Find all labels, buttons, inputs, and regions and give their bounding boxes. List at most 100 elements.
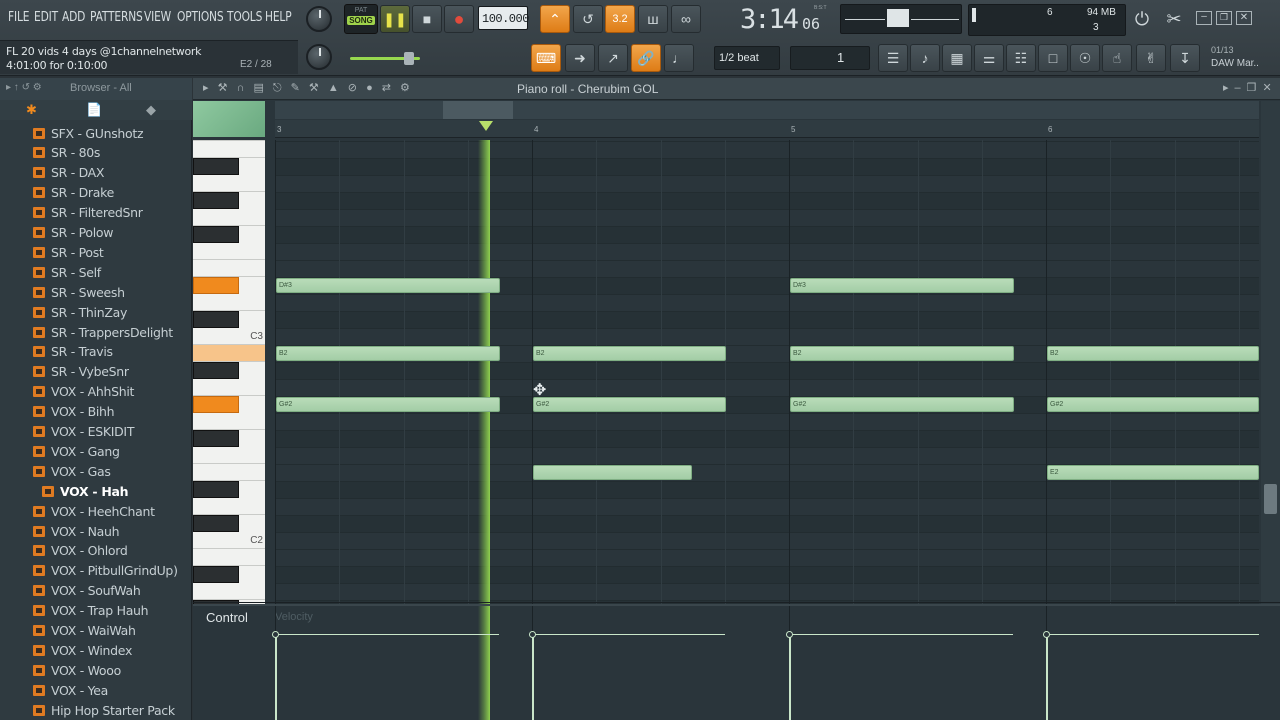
black-key[interactable] xyxy=(193,157,239,175)
menu-edit[interactable]: EDIT xyxy=(34,10,58,25)
note-gsharp2[interactable]: G#2 xyxy=(276,397,500,412)
scrollbar-thumb[interactable] xyxy=(1264,484,1277,514)
note-e2[interactable] xyxy=(533,465,693,480)
black-key[interactable] xyxy=(193,276,239,294)
note-dsharp3[interactable]: D#3 xyxy=(276,278,500,293)
browser-item[interactable]: SR - TrappersDelight xyxy=(0,322,186,342)
browser-icon[interactable]: ☷ xyxy=(1006,44,1036,72)
velocity-bar[interactable] xyxy=(532,634,534,720)
white-key[interactable] xyxy=(193,208,265,226)
black-key[interactable] xyxy=(193,361,239,379)
link-icon[interactable]: 🔗 xyxy=(631,44,661,72)
menu-file[interactable]: FILE xyxy=(8,10,29,25)
piano-roll-tools[interactable]: ▸ ⚒ ∩ ▤ ⎋ ✎ ⚒ ▲ ⊘ ● ⇄ ⚙ xyxy=(203,81,413,95)
white-key[interactable] xyxy=(193,412,265,430)
tempo-tapper-icon[interactable]: ☝ xyxy=(1102,44,1132,72)
browser-item[interactable]: SR - Travis xyxy=(0,342,186,362)
master-pitch-knob[interactable] xyxy=(306,44,332,70)
menu-help[interactable]: HELP xyxy=(265,10,292,25)
browser-item[interactable]: SR - Sweesh xyxy=(0,282,186,302)
white-key[interactable] xyxy=(193,463,265,481)
white-key[interactable] xyxy=(193,548,265,566)
piano-keyboard[interactable]: C3 C2 xyxy=(193,140,265,658)
tempo-display[interactable]: 100.000 xyxy=(478,6,529,30)
browser-all-tab-icon[interactable]: ✱ xyxy=(26,102,37,118)
menu-options[interactable]: OPTIONS xyxy=(177,10,224,25)
piano-roll-overview[interactable] xyxy=(275,101,1259,119)
browser-item[interactable]: VOX - SoufWah xyxy=(0,581,186,601)
news-text[interactable]: DAW Mar.. xyxy=(1211,58,1259,69)
note-b2[interactable]: B2 xyxy=(790,346,1014,361)
project-icon[interactable]: □ xyxy=(1038,44,1068,72)
note-grid[interactable]: D#3 D#3 B2 B2 B2 B2 G#2 G#2 G#2 G#2 E2 ✥ xyxy=(275,140,1259,658)
velocity-lane[interactable] xyxy=(272,606,1259,720)
black-key[interactable] xyxy=(193,480,239,498)
white-key[interactable] xyxy=(193,344,265,362)
channel-selector[interactable]: 1 xyxy=(790,46,870,70)
note-gsharp2[interactable]: G#2 xyxy=(533,397,726,412)
note-b2[interactable]: B2 xyxy=(1047,346,1259,361)
velocity-bar[interactable] xyxy=(275,634,277,720)
menu-view[interactable]: VIEW xyxy=(144,10,171,25)
blend-notes-icon[interactable]: ш xyxy=(638,5,668,33)
menu-add[interactable]: ADD xyxy=(62,10,85,25)
white-key[interactable] xyxy=(193,259,265,277)
black-key[interactable] xyxy=(193,514,239,532)
mixer-icon[interactable]: ⚌ xyxy=(974,44,1004,72)
white-key[interactable] xyxy=(193,242,265,260)
note-b2[interactable]: B2 xyxy=(533,346,726,361)
browser-item[interactable]: VOX - Wooo xyxy=(0,660,186,680)
note-dsharp3[interactable]: D#3 xyxy=(790,278,1014,293)
browser-item[interactable]: SR - VybeSnr xyxy=(0,362,186,382)
stop-button[interactable]: ■ xyxy=(412,5,442,33)
browser-item[interactable]: VOX - Gang xyxy=(0,441,186,461)
black-key[interactable] xyxy=(193,191,239,209)
note-gsharp2[interactable]: G#2 xyxy=(1047,397,1259,412)
browser-item[interactable]: VOX - Windex xyxy=(0,640,186,660)
record-button[interactable]: ● xyxy=(444,5,474,33)
plugin-icon[interactable]: ☉ xyxy=(1070,44,1100,72)
countdown-icon[interactable]: 3.2 xyxy=(605,5,635,33)
online-icon[interactable]: ⏻ xyxy=(1127,5,1157,33)
playhead-marker[interactable] xyxy=(478,121,493,131)
browser-item[interactable]: VOX - Gas xyxy=(0,461,186,481)
white-key[interactable] xyxy=(193,497,265,515)
white-key[interactable] xyxy=(193,174,265,192)
timeline-ruler[interactable]: 3 4 5 6 xyxy=(275,120,1259,138)
note-gsharp2[interactable]: G#2 xyxy=(790,397,1014,412)
browser-item[interactable]: VOX - Nauh xyxy=(0,521,186,541)
browser-item[interactable]: SR - Self xyxy=(0,262,186,282)
velocity-bar[interactable] xyxy=(789,634,791,720)
restore-icon[interactable]: ❐ xyxy=(1216,11,1232,25)
note-e2[interactable]: E2 xyxy=(1047,465,1259,480)
browser-item[interactable]: SR - Drake xyxy=(0,183,186,203)
loop-record-icon[interactable]: ∞ xyxy=(671,5,701,33)
browser-files-tab-icon[interactable]: 📄 xyxy=(86,102,102,118)
pat-song-toggle[interactable]: PAT SONG xyxy=(344,4,378,34)
white-key[interactable] xyxy=(193,293,265,311)
browser-item[interactable]: VOX - PitbullGrindUp) xyxy=(0,561,186,581)
piano-roll-window-buttons[interactable]: ▸–❐✕ xyxy=(1223,81,1278,94)
browser-item[interactable]: Hip Hop Starter Pack xyxy=(0,700,186,720)
browser-item[interactable]: SR - ThinZay xyxy=(0,302,186,322)
browser-item[interactable]: SR - Polow xyxy=(0,223,186,243)
piano-roll-icon[interactable]: ♪ xyxy=(910,44,940,72)
snap-selector[interactable]: 1/2 beat xyxy=(714,46,780,70)
close-icon[interactable]: ✕ xyxy=(1236,11,1252,25)
browser-item[interactable]: VOX - Yea xyxy=(0,680,186,700)
browser-nav-icons[interactable]: ▸ ↑ ↺ ⚙ xyxy=(6,82,42,93)
browser-item[interactable]: VOX - Hah xyxy=(0,481,186,501)
download-icon[interactable]: ↧ xyxy=(1170,44,1200,72)
black-key[interactable] xyxy=(193,395,239,413)
wait-input-icon[interactable]: ↺ xyxy=(573,5,603,33)
velocity-handle[interactable] xyxy=(786,631,793,638)
step-edit-icon[interactable]: ➜ xyxy=(565,44,595,72)
browser-item[interactable]: VOX - HeehChant xyxy=(0,501,186,521)
metronome-icon[interactable]: ⌃ xyxy=(540,5,570,33)
note-b2[interactable]: B2 xyxy=(276,346,500,361)
black-key[interactable] xyxy=(193,310,239,328)
control-label[interactable]: Control xyxy=(206,610,248,625)
browser-item[interactable]: VOX - ESKIDIT xyxy=(0,422,186,442)
black-key[interactable] xyxy=(193,225,239,243)
song-position-display[interactable]: 3:14 06 B:S:T xyxy=(710,2,836,36)
